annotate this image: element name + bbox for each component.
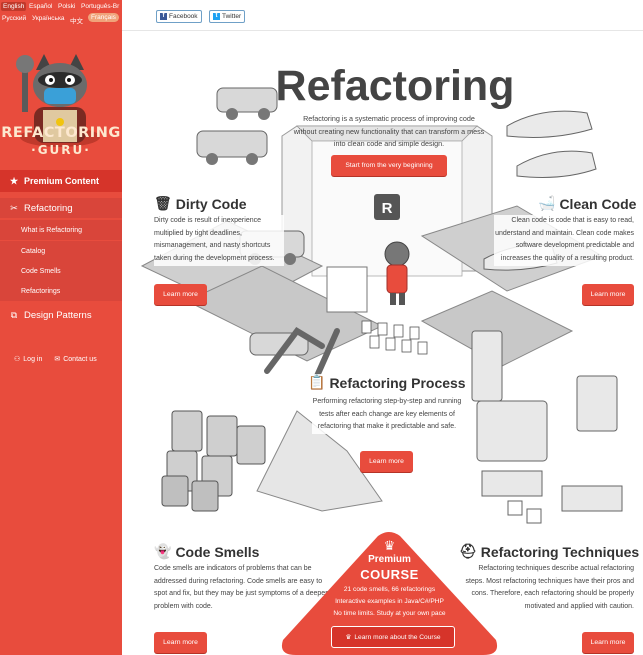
refactoring-techniques-learn-more[interactable]: Learn more <box>582 632 634 653</box>
bath-icon: 🛁 <box>538 195 556 211</box>
contact-label: Contact us <box>63 355 97 363</box>
dirty-code-title: 🗑 Dirty Code <box>154 195 247 212</box>
twitter-icon: t <box>213 13 220 20</box>
page-title: Refactoring <box>275 62 515 110</box>
start-button[interactable]: Start from the very beginning <box>331 155 447 176</box>
nav-refactorings[interactable]: Refactorings <box>0 281 122 301</box>
twitter-share-button[interactable]: t Twitter <box>209 10 246 23</box>
facebook-share-button[interactable]: f Facebook <box>156 10 202 23</box>
premium-course-button-label: Learn more about the Course <box>354 633 441 641</box>
brand-name: REFACTORING <box>1 125 121 141</box>
premium-course-button[interactable]: ♛ Learn more about the Course <box>331 626 455 648</box>
nav-what-is-refactoring[interactable]: What is Refactoring <box>0 220 122 240</box>
nav-premium-label: Premium Content <box>24 176 100 186</box>
scissors-icon: ✂ <box>10 202 18 213</box>
nav-code-smells[interactable]: Code Smells <box>0 261 122 281</box>
login-label: Log in <box>23 355 43 363</box>
clean-code-heading: Clean Code <box>559 195 637 212</box>
nav-design-patterns-label: Design Patterns <box>24 309 92 321</box>
facebook-icon: f <box>160 13 167 20</box>
refactoring-process-text: Performing refactoring step-by-step and … <box>312 396 462 435</box>
trash-icon: 🗑 <box>154 195 172 211</box>
premium-line3: No time limits. Study at your own pace <box>333 610 446 617</box>
course-label: COURSE <box>360 567 419 582</box>
nav-refactoring[interactable]: ✂ Refactoring <box>0 198 122 218</box>
twitter-label: Twitter <box>222 13 242 20</box>
nav-premium-content[interactable]: ★ Premium Content <box>0 170 122 192</box>
sidebar: English Español Polski Português-Br Русс… <box>0 0 122 655</box>
ghost-icon: 👻 <box>154 543 172 559</box>
refactoring-process-heading: Refactoring Process <box>329 374 466 391</box>
clean-code-title: 🛁 Clean Code <box>538 195 636 212</box>
envelope-icon: ✉ <box>54 356 61 363</box>
login-link[interactable]: ⚇ Log in <box>14 355 43 364</box>
clean-code-learn-more[interactable]: Learn more <box>582 284 634 305</box>
dirty-code-heading: Dirty Code <box>175 195 247 212</box>
brand-subname: ·GURU· <box>31 143 91 157</box>
dirty-code-text: Dirty code is result of inexperience mul… <box>154 215 284 266</box>
crown-icon: ♛ <box>383 538 396 553</box>
facebook-label: Facebook <box>169 13 198 20</box>
clean-code-text: Clean code is code that is easy to read,… <box>494 215 634 266</box>
code-smells-heading: Code Smells <box>175 543 260 560</box>
user-icon: ⚇ <box>14 356 21 363</box>
lang-french[interactable]: Français <box>88 13 119 22</box>
lang-chinese[interactable]: 中文 <box>70 15 83 25</box>
refactoring-techniques-heading: Refactoring Techniques <box>480 543 640 560</box>
code-smells-learn-more[interactable]: Learn more <box>154 632 207 653</box>
lang-spanish[interactable]: Español <box>29 3 53 10</box>
nav-refactoring-label: Refactoring <box>24 202 73 214</box>
hero-description: Refactoring is a systematic process of i… <box>293 114 485 148</box>
checklist-icon: 📋 <box>308 374 326 390</box>
lang-portuguese[interactable]: Português-Br <box>81 3 119 10</box>
lang-english[interactable]: English <box>1 2 27 11</box>
contact-link[interactable]: ✉ Contact us <box>54 355 97 364</box>
crown-small-icon: ♛ <box>345 634 352 641</box>
design-patterns-icon: ⧉ <box>10 309 18 320</box>
premium-label: Premium <box>368 554 411 565</box>
dirty-code-learn-more[interactable]: Learn more <box>154 284 207 305</box>
nav-design-patterns[interactable]: ⧉ Design Patterns <box>0 305 122 325</box>
svg-text:R: R <box>382 200 393 217</box>
star-icon: ★ <box>9 175 19 186</box>
refactoring-process-learn-more[interactable]: Learn more <box>360 451 413 472</box>
premium-line1: 21 code smells, 66 refactorings <box>343 586 436 593</box>
nav-catalog[interactable]: Catalog <box>0 241 122 261</box>
lang-ukrainian[interactable]: Українська <box>32 15 65 22</box>
lang-polish[interactable]: Polski <box>58 3 75 10</box>
lang-russian[interactable]: Русский <box>2 15 26 22</box>
refactoring-process-title: 📋 Refactoring Process <box>308 374 466 391</box>
sidebar-footer-links: ⚇ Log in ✉ Contact us <box>14 355 97 364</box>
code-smells-title: 👻 Code Smells <box>154 543 259 560</box>
premium-line2: Interactive examples in Java/C#/PHP <box>335 598 444 605</box>
